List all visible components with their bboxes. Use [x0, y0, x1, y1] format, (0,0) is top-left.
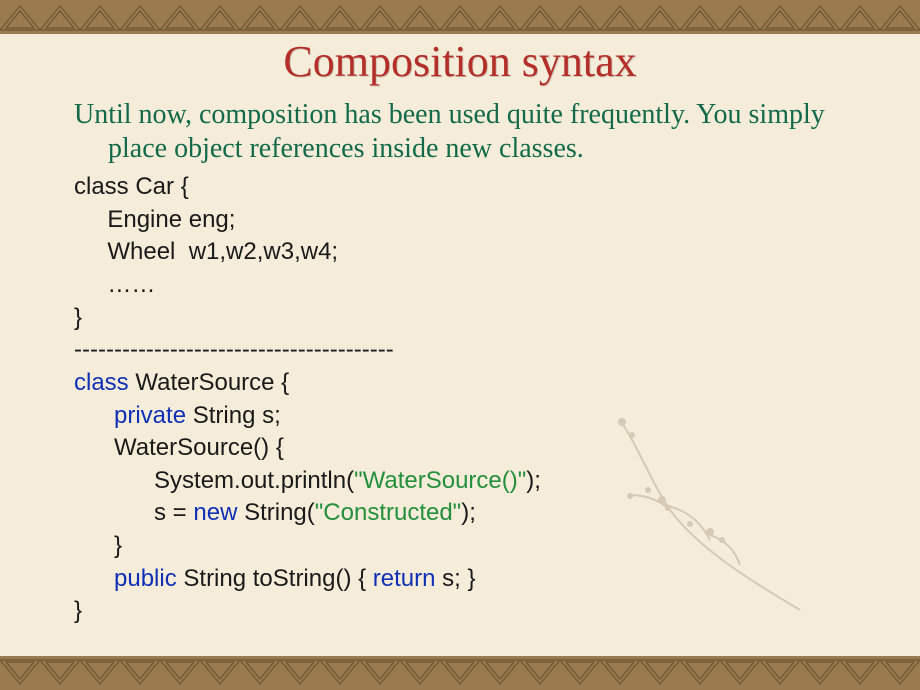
keyword-public: public — [74, 565, 177, 592]
code-text: s; } — [436, 565, 476, 592]
code-line: WaterSource() { — [74, 434, 284, 461]
keyword-private: private — [74, 402, 186, 429]
slide-title: Composition syntax — [0, 36, 920, 87]
keyword-new: new — [193, 499, 237, 526]
keyword-return: return — [373, 565, 436, 592]
code-text: ); — [461, 499, 476, 526]
border-pattern-top — [0, 0, 920, 34]
code-line: class Car { — [74, 173, 189, 200]
code-text: String s; — [186, 402, 281, 429]
code-line: Engine eng; — [74, 206, 235, 233]
code-line: } — [74, 532, 122, 559]
code-line: } — [74, 304, 82, 331]
keyword-class: class — [74, 369, 129, 396]
code-text: String toString() { — [177, 565, 373, 592]
border-pattern-bottom — [0, 656, 920, 690]
string-literal: "WaterSource()" — [354, 467, 526, 494]
code-line: Wheel w1,w2,w3,w4; — [74, 238, 338, 265]
code-block: class Car { Engine eng; Wheel w1,w2,w3,w… — [74, 171, 860, 628]
slide-content: Until now, composition has been used qui… — [74, 98, 860, 628]
code-text: System.out.println( — [74, 467, 354, 494]
intro-text: Until now, composition has been used qui… — [74, 98, 860, 165]
code-line: } — [74, 597, 82, 624]
decorative-border-top — [0, 0, 920, 34]
code-text: String( — [237, 499, 314, 526]
string-literal: "Constructed" — [315, 499, 461, 526]
decorative-border-bottom — [0, 656, 920, 690]
code-text: WaterSource { — [129, 369, 290, 396]
code-text: ); — [526, 467, 541, 494]
code-text: s = — [74, 499, 193, 526]
code-line: …… — [74, 271, 155, 298]
code-separator: ---------------------------------------- — [74, 336, 394, 363]
